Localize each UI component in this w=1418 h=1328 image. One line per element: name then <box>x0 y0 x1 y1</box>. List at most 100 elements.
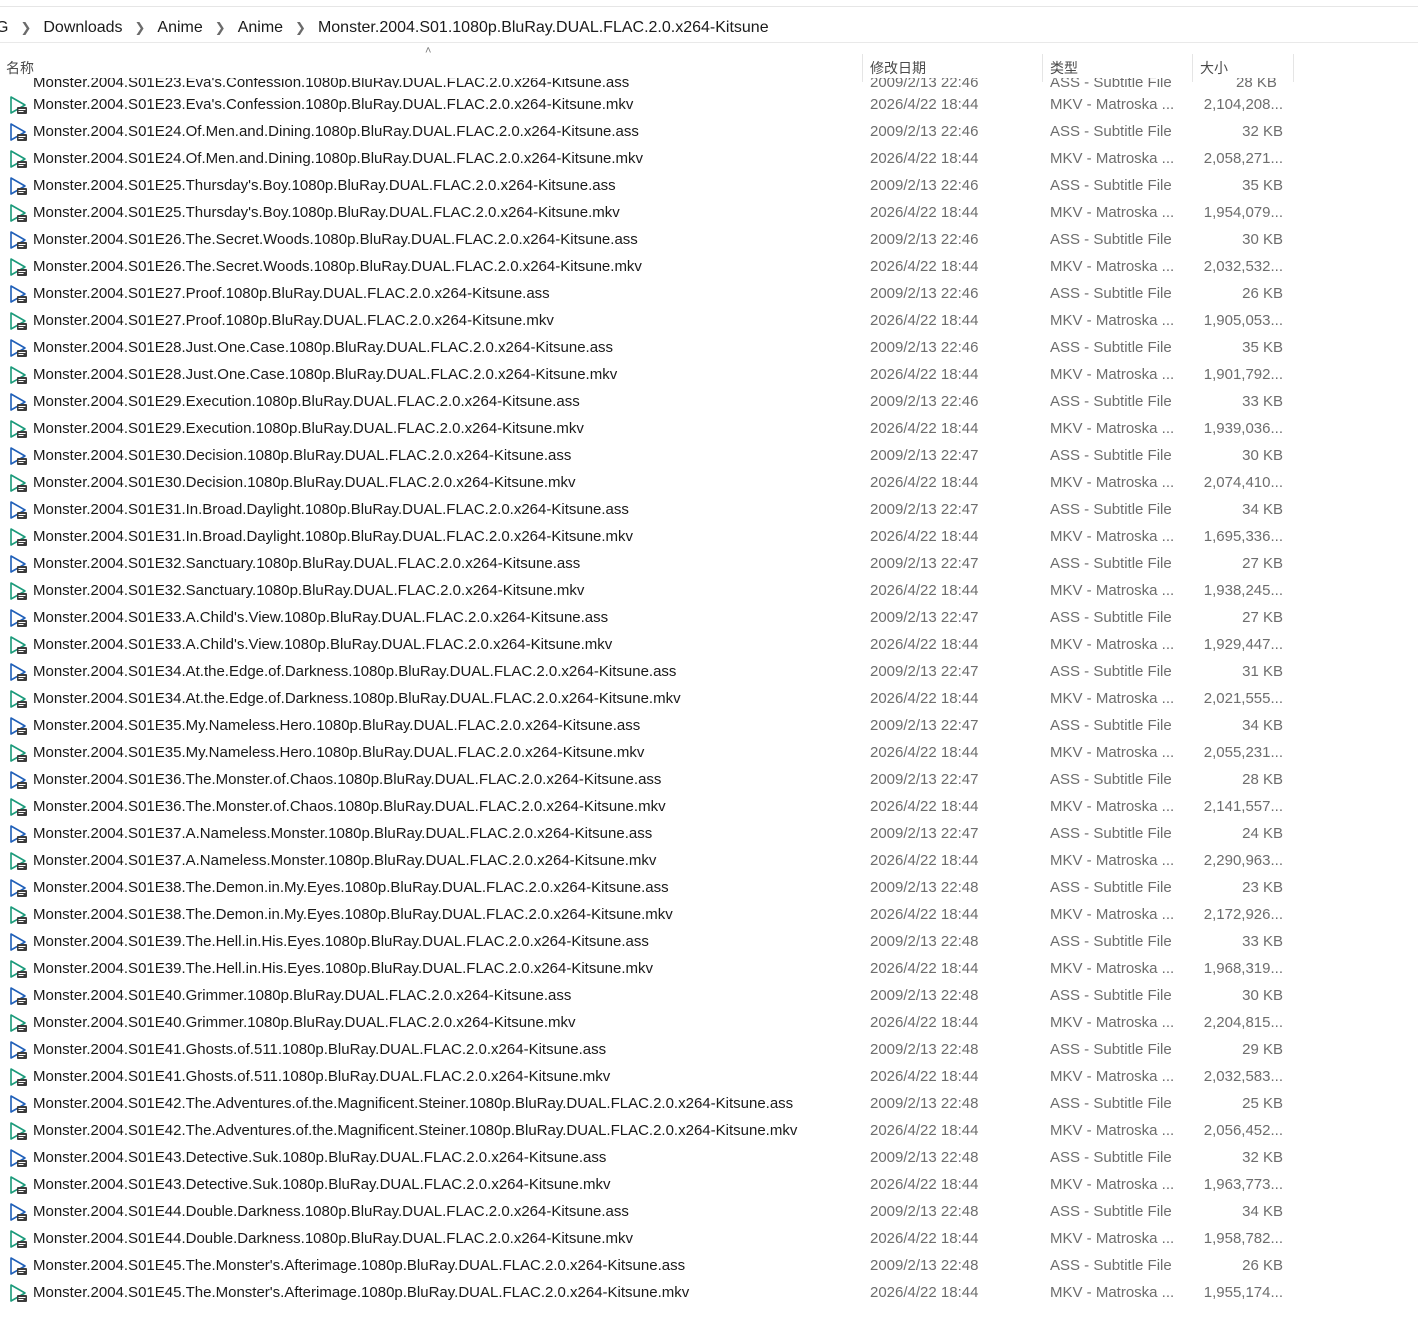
file-row[interactable]: Monster.2004.S01E38.The.Demon.in.My.Eyes… <box>0 874 1294 901</box>
subtitle-file-icon <box>10 1041 27 1059</box>
file-date: 2026/4/22 18:44 <box>870 852 979 869</box>
file-type: MKV - Matroska ... <box>1050 690 1175 707</box>
subtitle-file-icon <box>10 1257 27 1275</box>
file-row[interactable]: Monster.2004.S01E29.Execution.1080p.BluR… <box>0 388 1294 415</box>
file-type: MKV - Matroska ... <box>1050 96 1175 113</box>
file-row[interactable]: Monster.2004.S01E45.The.Monster's.Afteri… <box>0 1252 1294 1279</box>
file-row[interactable]: Monster.2004.S01E36.The.Monster.of.Chaos… <box>0 793 1294 820</box>
file-name: Monster.2004.S01E42.The.Adventures.of.th… <box>33 1122 798 1139</box>
file-row[interactable]: Monster.2004.S01E43.Detective.Suk.1080p.… <box>0 1171 1294 1198</box>
file-date: 2026/4/22 18:44 <box>870 96 979 113</box>
file-type: ASS - Subtitle File <box>1050 123 1172 140</box>
file-type: MKV - Matroska ... <box>1050 1230 1175 1247</box>
file-row[interactable]: Monster.2004.S01E45.The.Monster's.Afteri… <box>0 1279 1294 1306</box>
file-row[interactable]: Monster.2004.S01E30.Decision.1080p.BluRa… <box>0 442 1294 469</box>
file-row[interactable]: Monster.2004.S01E42.The.Adventures.of.th… <box>0 1090 1294 1117</box>
file-type: MKV - Matroska ... <box>1050 744 1175 761</box>
file-name: Monster.2004.S01E43.Detective.Suk.1080p.… <box>33 1176 611 1193</box>
file-row[interactable]: Monster.2004.S01E32.Sanctuary.1080p.BluR… <box>0 577 1294 604</box>
file-name: Monster.2004.S01E41.Ghosts.of.511.1080p.… <box>33 1041 607 1058</box>
breadcrumb-item-anime[interactable]: Anime <box>151 19 208 37</box>
file-row[interactable]: Monster.2004.S01E38.The.Demon.in.My.Eyes… <box>0 901 1294 928</box>
file-row[interactable]: Monster.2004.S01E26.The.Secret.Woods.108… <box>0 253 1294 280</box>
file-row[interactable]: Monster.2004.S01E26.The.Secret.Woods.108… <box>0 226 1294 253</box>
breadcrumb-item-current-folder[interactable]: Monster.2004.S01.1080p.BluRay.DUAL.FLAC.… <box>312 19 775 37</box>
file-name: Monster.2004.S01E34.At.the.Edge.of.Darkn… <box>33 663 677 680</box>
file-row[interactable]: Monster.2004.S01E31.In.Broad.Daylight.10… <box>0 496 1294 523</box>
breadcrumb: G ❯ Downloads ❯ Anime ❯ Anime ❯ Monster.… <box>0 14 1418 43</box>
file-size: 1,939,036... <box>1203 420 1283 437</box>
file-row[interactable]: Monster.2004.S01E29.Execution.1080p.BluR… <box>0 415 1294 442</box>
file-row[interactable]: Monster.2004.S01E41.Ghosts.of.511.1080p.… <box>0 1036 1294 1063</box>
breadcrumb-item-drive[interactable]: G <box>0 19 14 37</box>
breadcrumb-item-anime-sub[interactable]: Anime <box>232 19 289 37</box>
breadcrumb-item-downloads[interactable]: Downloads <box>37 19 128 37</box>
file-date: 2026/4/22 18:44 <box>870 636 979 653</box>
file-type: MKV - Matroska ... <box>1050 1176 1175 1193</box>
file-row[interactable]: Monster.2004.S01E35.My.Nameless.Hero.108… <box>0 739 1294 766</box>
file-row[interactable]: Monster.2004.S01E44.Double.Darkness.1080… <box>0 1198 1294 1225</box>
file-name: Monster.2004.S01E33.A.Child's.View.1080p… <box>33 636 613 653</box>
file-row[interactable]: Monster.2004.S01E28.Just.One.Case.1080p.… <box>0 361 1294 388</box>
video-file-icon <box>10 258 27 276</box>
column-header-type[interactable]: 类型 <box>1042 54 1192 82</box>
video-file-icon <box>10 744 27 762</box>
chevron-right-icon[interactable]: ❯ <box>289 20 312 36</box>
file-size: 33 KB <box>1242 393 1283 410</box>
file-name: Monster.2004.S01E27.Proof.1080p.BluRay.D… <box>33 285 550 302</box>
file-row[interactable]: Monster.2004.S01E33.A.Child's.View.1080p… <box>0 604 1294 631</box>
column-header-name[interactable]: 名称 <box>0 54 862 82</box>
file-size: 2,055,231... <box>1203 744 1283 761</box>
file-row[interactable]: Monster.2004.S01E34.At.the.Edge.of.Darkn… <box>0 685 1294 712</box>
subtitle-file-icon <box>10 285 27 303</box>
subtitle-file-icon <box>10 339 27 357</box>
chevron-right-icon[interactable]: ❯ <box>14 20 37 36</box>
file-row[interactable]: Monster.2004.S01E28.Just.One.Case.1080p.… <box>0 334 1294 361</box>
file-type: ASS - Subtitle File <box>1050 1257 1172 1274</box>
file-row[interactable]: Monster.2004.S01E44.Double.Darkness.1080… <box>0 1225 1294 1252</box>
file-row[interactable]: Monster.2004.S01E36.The.Monster.of.Chaos… <box>0 766 1294 793</box>
column-header-date-modified[interactable]: 修改日期 <box>862 54 1042 82</box>
file-row[interactable]: Monster.2004.S01E43.Detective.Suk.1080p.… <box>0 1144 1294 1171</box>
file-row[interactable]: Monster.2004.S01E42.The.Adventures.of.th… <box>0 1117 1294 1144</box>
file-row[interactable]: Monster.2004.S01E40.Grimmer.1080p.BluRay… <box>0 982 1294 1009</box>
file-row[interactable]: Monster.2004.S01E39.The.Hell.in.His.Eyes… <box>0 955 1294 982</box>
file-name: Monster.2004.S01E40.Grimmer.1080p.BluRay… <box>33 1014 576 1031</box>
file-row[interactable]: Monster.2004.S01E27.Proof.1080p.BluRay.D… <box>0 280 1294 307</box>
file-row[interactable]: Monster.2004.S01E41.Ghosts.of.511.1080p.… <box>0 1063 1294 1090</box>
file-size: 2,204,815... <box>1203 1014 1283 1031</box>
file-row[interactable]: Monster.2004.S01E25.Thursday's.Boy.1080p… <box>0 172 1294 199</box>
file-row[interactable]: Monster.2004.S01E23.Eva's.Confession.108… <box>0 91 1294 118</box>
file-name: Monster.2004.S01E31.In.Broad.Daylight.10… <box>33 501 629 518</box>
file-size: 27 KB <box>1242 555 1283 572</box>
file-row[interactable]: Monster.2004.S01E32.Sanctuary.1080p.BluR… <box>0 550 1294 577</box>
file-row[interactable]: Monster.2004.S01E33.A.Child's.View.1080p… <box>0 631 1294 658</box>
file-row[interactable]: Monster.2004.S01E31.In.Broad.Daylight.10… <box>0 523 1294 550</box>
file-size: 1,955,174... <box>1203 1284 1283 1301</box>
file-row[interactable]: Monster.2004.S01E35.My.Nameless.Hero.108… <box>0 712 1294 739</box>
file-row[interactable]: Monster.2004.S01E25.Thursday's.Boy.1080p… <box>0 199 1294 226</box>
file-name: Monster.2004.S01E38.The.Demon.in.My.Eyes… <box>33 906 673 923</box>
file-row[interactable]: Monster.2004.S01E40.Grimmer.1080p.BluRay… <box>0 1009 1294 1036</box>
file-type: ASS - Subtitle File <box>1050 1095 1172 1112</box>
top-border <box>0 6 1418 7</box>
file-row[interactable]: Monster.2004.S01E27.Proof.1080p.BluRay.D… <box>0 307 1294 334</box>
file-name: Monster.2004.S01E39.The.Hell.in.His.Eyes… <box>33 933 649 950</box>
file-row[interactable]: Monster.2004.S01E24.Of.Men.and.Dining.10… <box>0 145 1294 172</box>
file-size: 30 KB <box>1242 447 1283 464</box>
file-size: 31 KB <box>1242 663 1283 680</box>
file-row[interactable]: Monster.2004.S01E24.Of.Men.and.Dining.10… <box>0 118 1294 145</box>
file-size: 1,968,319... <box>1203 960 1283 977</box>
file-date: 2026/4/22 18:44 <box>870 1230 979 1247</box>
column-header-size[interactable]: 大小 <box>1192 54 1294 82</box>
file-row[interactable]: Monster.2004.S01E30.Decision.1080p.BluRa… <box>0 469 1294 496</box>
subtitle-file-icon <box>10 933 27 951</box>
file-name: Monster.2004.S01E35.My.Nameless.Hero.108… <box>33 744 645 761</box>
file-row[interactable]: Monster.2004.S01E39.The.Hell.in.His.Eyes… <box>0 928 1294 955</box>
file-row[interactable]: Monster.2004.S01E34.At.the.Edge.of.Darkn… <box>0 658 1294 685</box>
file-row[interactable]: Monster.2004.S01E37.A.Nameless.Monster.1… <box>0 820 1294 847</box>
chevron-right-icon[interactable]: ❯ <box>209 20 232 36</box>
file-type: ASS - Subtitle File <box>1050 933 1172 950</box>
chevron-right-icon[interactable]: ❯ <box>129 20 152 36</box>
file-row[interactable]: Monster.2004.S01E37.A.Nameless.Monster.1… <box>0 847 1294 874</box>
